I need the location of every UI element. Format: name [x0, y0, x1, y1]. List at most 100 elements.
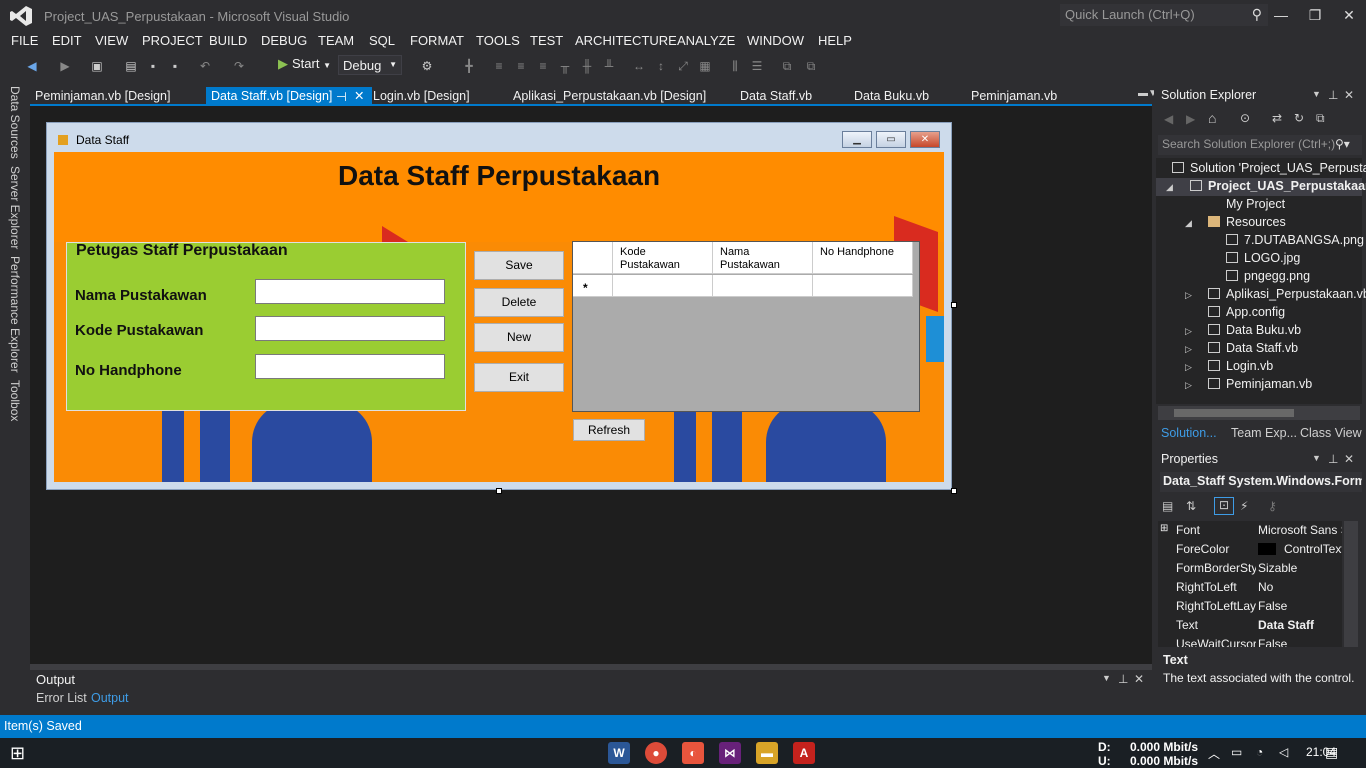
grid-cell[interactable]	[613, 275, 713, 297]
collapse-all-icon[interactable]: ⧉	[1316, 111, 1325, 126]
menu-window[interactable]: WINDOW	[747, 33, 804, 48]
quick-launch-input[interactable]: Quick Launch (Ctrl+Q) ⚲	[1060, 4, 1268, 26]
menu-project[interactable]: PROJECT	[142, 33, 203, 48]
data-sources-tab[interactable]: Data Sources	[8, 86, 22, 159]
resize-handle-bottom[interactable]	[496, 488, 502, 494]
menu-sql[interactable]: SQL	[369, 33, 395, 48]
menu-team[interactable]: TEAM	[318, 33, 354, 48]
categorized-icon[interactable]: ▤	[1162, 499, 1173, 513]
tab-peminjaman-design[interactable]: Peminjaman.vb [Design]	[30, 87, 175, 106]
alphabetical-icon[interactable]: ⇅	[1186, 499, 1196, 513]
tree-node-file[interactable]: pngegg.png	[1226, 269, 1310, 283]
tab-team-explorer[interactable]: Team Exp...	[1231, 426, 1297, 440]
new-project-icon[interactable]: ▣	[90, 59, 104, 73]
file-explorer-icon[interactable]: ▬	[756, 742, 778, 764]
expand-icon[interactable]: ⊞	[1160, 523, 1168, 534]
no-handphone-input[interactable]	[255, 354, 445, 379]
chrome-icon[interactable]: ●	[645, 742, 667, 764]
tab-data-staff-code[interactable]: Data Staff.vb	[735, 87, 817, 106]
events-icon[interactable]: ⚡	[1240, 499, 1248, 513]
volume-icon[interactable]: ◁	[1279, 745, 1288, 759]
tree-node-file[interactable]: LOGO.jpg	[1226, 251, 1300, 265]
grid-column-header[interactable]: Kode Pustakawan	[613, 242, 713, 274]
tab-login-design[interactable]: Login.vb [Design]	[368, 87, 475, 106]
pending-changes-icon[interactable]: ⊙	[1240, 111, 1250, 125]
resize-handle-right[interactable]	[951, 302, 957, 308]
property-row[interactable]: ForeColor ControlText	[1158, 540, 1342, 559]
make-same-size-icon[interactable]: ⤢	[676, 59, 690, 73]
collapse-arrow-icon[interactable]: ▷	[1185, 362, 1192, 373]
minimize-button[interactable]: —	[1266, 4, 1296, 26]
tab-aplikasi-perpustakaan-design[interactable]: Aplikasi_Perpustakaan.vb [Design]	[508, 87, 711, 106]
collapse-arrow-icon[interactable]: ▷	[1185, 380, 1192, 391]
tree-node-file[interactable]: 7.DUTABANGSA.png	[1226, 233, 1364, 247]
menu-architecture[interactable]: ARCHITECTURE	[575, 33, 677, 48]
undo-icon[interactable]: ↶	[198, 59, 212, 73]
properties-object-select[interactable]: Data_Staff System.Windows.Forms.Form	[1160, 472, 1362, 492]
align-left-icon[interactable]: ≡	[492, 59, 506, 73]
exit-button[interactable]: Exit	[474, 363, 564, 392]
close-icon[interactable]: ✕	[1344, 452, 1354, 466]
align-right-icon[interactable]: ≡	[536, 59, 550, 73]
tree-node-file[interactable]: Data Buku.vb	[1208, 323, 1301, 337]
tree-node-file[interactable]: Aplikasi_Perpustakaan.vb	[1208, 287, 1366, 301]
size-to-grid-icon[interactable]: ▦	[698, 59, 712, 73]
search-icon[interactable]: ⚲▾	[1335, 137, 1350, 151]
acrobat-icon[interactable]: A	[793, 742, 815, 764]
tree-node-project[interactable]: Project_UAS_Perpustakaan	[1190, 179, 1366, 193]
refresh-icon[interactable]: ↻	[1294, 111, 1304, 125]
align-top-icon[interactable]: ╥	[558, 59, 572, 73]
visual-studio-icon[interactable]: ⋈	[719, 742, 741, 764]
tree-node-file[interactable]: Peminjaman.vb	[1208, 377, 1312, 391]
pin-icon[interactable]: ⊣	[336, 89, 347, 104]
close-icon[interactable]: ✕	[354, 88, 364, 103]
collapse-arrow-icon[interactable]: ▷	[1185, 326, 1192, 337]
show-hidden-icons-icon[interactable]: ︿	[1208, 745, 1220, 762]
property-pages-icon[interactable]: ⚷	[1268, 499, 1277, 513]
solution-explorer-scrollbar[interactable]	[1158, 406, 1360, 420]
tab-solution-explorer[interactable]: Solution...	[1161, 426, 1217, 440]
restore-button[interactable]: ❐	[1300, 4, 1330, 26]
menu-edit[interactable]: EDIT	[52, 33, 82, 48]
redo-icon[interactable]: ↷	[232, 59, 246, 73]
close-button[interactable]: ✕	[1334, 4, 1364, 26]
send-to-back-icon[interactable]: ⧉	[804, 59, 818, 73]
new-button[interactable]: New	[474, 323, 564, 352]
refresh-button[interactable]: Refresh	[573, 419, 645, 441]
save-button[interactable]: Save	[474, 251, 564, 280]
pin-icon[interactable]: ⊥	[1118, 672, 1128, 686]
menu-tools[interactable]: TOOLS	[476, 33, 520, 48]
battery-icon[interactable]: ▭	[1231, 745, 1242, 759]
delete-button[interactable]: Delete	[474, 288, 564, 317]
notification-icon[interactable]: ▤	[1325, 744, 1338, 761]
toolbox-tab[interactable]: Toolbox	[8, 380, 22, 421]
tree-node-my-project[interactable]: My Project	[1208, 197, 1285, 211]
menu-file[interactable]: FILE	[11, 33, 38, 48]
panel-dropdown-icon[interactable]: ▼	[1312, 89, 1321, 99]
property-row[interactable]: RightToLeftLayoutFalse	[1158, 597, 1342, 616]
tab-class-view[interactable]: Class View	[1300, 426, 1362, 440]
solution-configuration-select[interactable]: Debug ▼	[338, 55, 402, 75]
pin-icon[interactable]: ⊥	[1328, 452, 1338, 466]
grid-column-header[interactable]: No Handphone	[813, 242, 913, 274]
property-row[interactable]: UseWaitCursor False	[1158, 635, 1342, 647]
tab-data-staff-design[interactable]: Data Staff.vb [Design] ⊣ ✕	[206, 87, 372, 106]
panel-dropdown-icon[interactable]: ▼	[1102, 673, 1111, 683]
server-explorer-tab[interactable]: Server Explorer	[8, 166, 22, 249]
menu-analyze[interactable]: ANALYZE	[677, 33, 735, 48]
app-icon[interactable]: ◐	[682, 742, 704, 764]
tree-node-file[interactable]: Data Staff.vb	[1208, 341, 1298, 355]
properties-icon[interactable]: ⊡	[1214, 497, 1234, 515]
pin-icon[interactable]: ⊥	[1328, 88, 1338, 102]
tree-node-resources[interactable]: Resources	[1208, 215, 1286, 229]
grid-column-header[interactable]: Nama Pustakawan	[713, 242, 813, 274]
open-file-icon[interactable]: ▤	[124, 59, 138, 73]
menu-help[interactable]: HELP	[818, 33, 852, 48]
menu-debug[interactable]: DEBUG	[261, 33, 307, 48]
navigate-back-icon[interactable]: ◀	[25, 59, 39, 73]
vertical-spacing-icon[interactable]: ☰	[750, 59, 764, 73]
panel-dropdown-icon[interactable]: ▼	[1312, 453, 1321, 463]
expand-arrow-icon[interactable]: ◢	[1185, 218, 1192, 229]
expand-arrow-icon[interactable]: ◢	[1166, 182, 1173, 193]
align-grid-icon[interactable]: ╋	[462, 59, 476, 73]
